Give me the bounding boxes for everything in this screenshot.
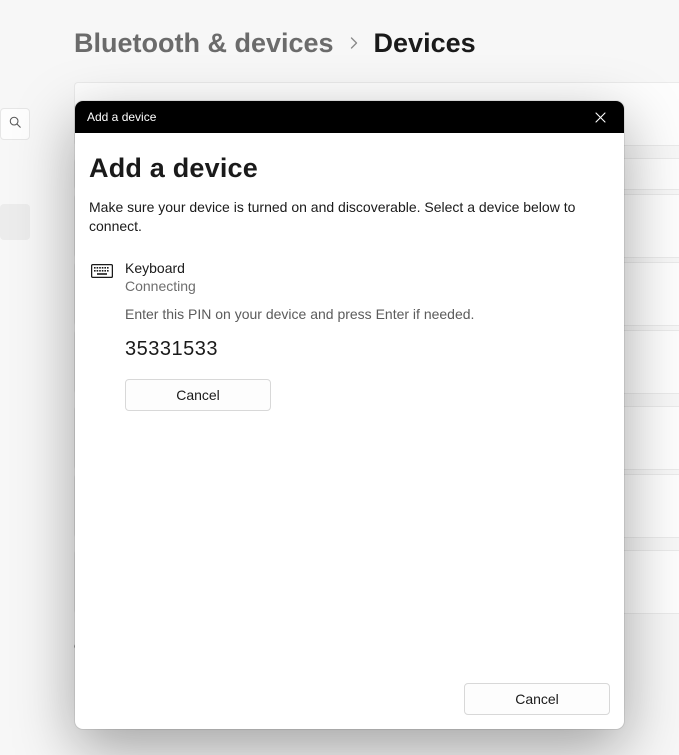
dialog-titlebar: Add a device [75,101,624,133]
close-icon [595,112,606,123]
search-input[interactable] [0,108,30,140]
breadcrumb: Bluetooth & devices Devices [0,0,679,83]
cancel-pairing-button[interactable]: Cancel [125,379,271,411]
dialog-footer: Cancel [75,671,624,729]
cancel-dialog-button[interactable]: Cancel [464,683,610,715]
device-status: Connecting [125,278,610,294]
breadcrumb-current: Devices [374,28,476,59]
chevron-right-icon [348,32,360,55]
left-rail [0,108,30,240]
device-info: Keyboard Connecting [125,260,610,294]
pin-block: Enter this PIN on your device and press … [89,306,610,411]
breadcrumb-parent[interactable]: Bluetooth & devices [74,28,334,59]
dialog-subtitle: Make sure your device is turned on and d… [89,198,599,236]
pin-code: 35331533 [125,338,610,361]
pin-instruction: Enter this PIN on your device and press … [125,306,610,322]
dialog-window-title: Add a device [87,110,156,124]
nav-item-selected[interactable] [0,204,30,240]
dialog-body: Add a device Make sure your device is tu… [75,133,624,671]
search-icon [8,115,22,134]
device-name: Keyboard [125,260,610,276]
close-button[interactable] [586,105,614,129]
add-device-dialog: Add a device Add a device Make sure your… [75,101,624,729]
device-row[interactable]: Keyboard Connecting [89,258,610,294]
keyboard-icon [91,263,113,279]
dialog-title: Add a device [89,153,610,184]
